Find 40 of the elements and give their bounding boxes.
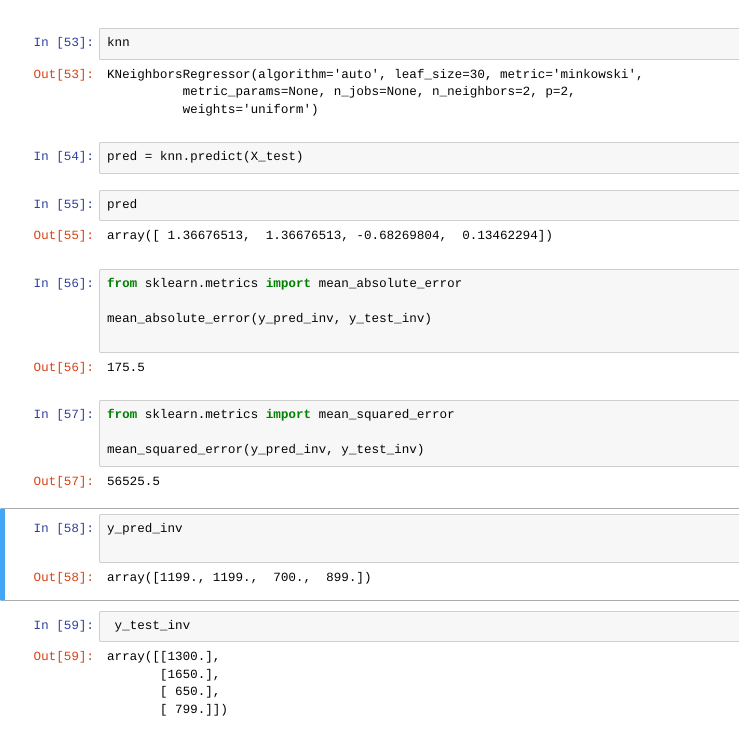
code-line: knn: [107, 35, 131, 52]
output-prompt: Out[57]:: [32, 474, 95, 490]
output-line: [ 799.]]): [158, 702, 228, 718]
code-line: mean_absolute_error(y_pred_inv, y_test_inv): [107, 310, 433, 328]
code-input[interactable]: pred: [99, 190, 739, 221]
output-line: array([1199., 1199., 700., 899.]): [106, 570, 372, 587]
code-input[interactable]: from sklearn.metrics import mean_absolute_error mean_absolute_error(y_pred_inv, y_test_inv): [99, 268, 739, 352]
code-line: mean_squared_error(y_pred_inv, y_test_inv): [107, 442, 426, 459]
input-prompt: In [59]:: [32, 618, 95, 634]
code-line: from sklearn.metrics import mean_squared_error: [107, 407, 456, 424]
output-prompt: Out[58]:: [32, 570, 95, 587]
output-line: [ 650.],: [158, 684, 222, 701]
output-line: [1650.],: [158, 666, 222, 684]
output-line: weights='uniform'): [182, 102, 320, 118]
output-line: array([[1300.],: [106, 649, 222, 666]
output-prompt: Out[55]:: [32, 228, 95, 245]
code-input[interactable]: from sklearn.metrics import mean_squared_error mean_squared_error(y_pred_inv, y_test_inv): [99, 400, 739, 466]
code-line: pred: [107, 196, 138, 214]
output-line: array([ 1.36676513, 1.36676513, -0.68269804, 0.13462294]): [106, 228, 553, 245]
output-line: 56525.5: [106, 474, 160, 490]
input-prompt: In [55]:: [32, 196, 95, 214]
code-input[interactable]: y_pred_inv: [99, 514, 739, 563]
code-line: pred = knn.predict(X_test): [107, 149, 304, 166]
code-input[interactable]: knn: [99, 28, 739, 60]
output-prompt: Out[56]:: [32, 360, 95, 376]
input-prompt: In [56]:: [32, 276, 95, 292]
code-line: y_pred_inv: [107, 521, 184, 538]
output-line: 175.5: [106, 360, 145, 376]
input-prompt: In [53]:: [32, 35, 95, 52]
code-input[interactable]: y_test_inv: [99, 610, 739, 642]
input-prompt: In [58]:: [32, 521, 95, 538]
output-line: KNeighborsRegressor(algorithm='auto', leaf_size=30, metric='minkowski',: [106, 66, 644, 84]
output-prompt: Out[53]:: [32, 66, 95, 84]
input-prompt: In [54]:: [32, 149, 95, 166]
output-prompt: Out[59]:: [32, 649, 95, 666]
code-input[interactable]: pred = knn.predict(X_test): [99, 142, 739, 174]
code-line: y_test_inv: [114, 618, 192, 634]
input-prompt: In [57]:: [32, 407, 95, 424]
code-line: from sklearn.metrics import mean_absolute_error: [107, 276, 464, 292]
output-line: metric_params=None, n_jobs=None, n_neighbors=2, p=2,: [182, 84, 577, 101]
